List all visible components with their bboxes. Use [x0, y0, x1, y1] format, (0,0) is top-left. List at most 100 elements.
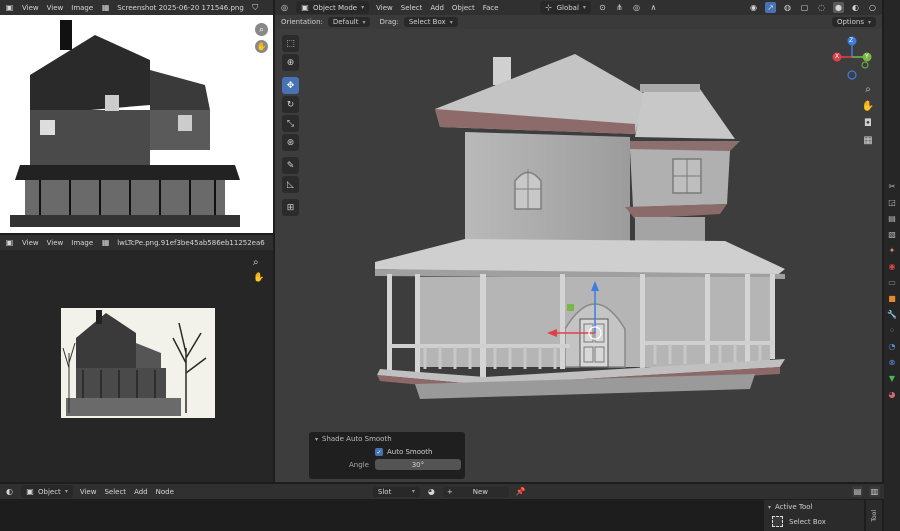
- tool-settings-bar: Orientation: Default Drag: Select Box Op…: [275, 15, 882, 29]
- image-editor-top-header: ▣ View View Image ▦ Screenshot 2025-06-2…: [0, 0, 273, 15]
- shader-type-dropdown[interactable]: ▣ Object: [21, 485, 73, 498]
- menu-face[interactable]: Face: [482, 4, 500, 12]
- output-tab-icon[interactable]: ▤: [886, 212, 898, 224]
- menu-view-2[interactable]: View: [46, 239, 65, 247]
- properties-tabs: ✂ ◲ ▤ ▧ ✦ ◉ ▭ ■ 🔧 ⁘ ◔ ⊗ ▼ ◕: [886, 180, 898, 400]
- menu-view[interactable]: View: [79, 488, 98, 496]
- house-model[interactable]: [275, 29, 882, 429]
- constraints-tab-icon[interactable]: ⊗: [886, 356, 898, 368]
- angle-field[interactable]: 30°: [374, 459, 461, 470]
- reference-image-1: ⌕ ✋: [0, 15, 273, 233]
- overlay-toggle-icon[interactable]: ▥: [869, 486, 880, 497]
- options-dropdown[interactable]: Options: [831, 17, 876, 27]
- object-tab-icon[interactable]: ■: [886, 292, 898, 304]
- collapse-arrow-icon: ▾: [768, 503, 772, 511]
- angle-label: Angle: [349, 460, 369, 469]
- zoom-icon[interactable]: ⌕: [253, 257, 266, 270]
- menu-add[interactable]: Add: [429, 4, 445, 12]
- image-filename[interactable]: Screenshot 2025-06-20 171546.png: [117, 4, 244, 12]
- sidebar-toggle-icon[interactable]: ▤: [852, 486, 863, 497]
- tool-tab[interactable]: Tool: [866, 500, 882, 531]
- visibility-icon[interactable]: ◉: [748, 2, 759, 13]
- world-tab-icon[interactable]: ◉: [886, 260, 898, 272]
- scene-tab-icon[interactable]: ✦: [886, 244, 898, 256]
- render-tab-icon[interactable]: ◲: [886, 196, 898, 208]
- shield-icon[interactable]: ⛉: [250, 2, 261, 13]
- collection-tab-icon[interactable]: ▭: [886, 276, 898, 288]
- overlay-icon[interactable]: ◍: [782, 2, 793, 13]
- node-editor: ◐ ▣Object View Select Add Node Slot ◕ + …: [0, 484, 884, 531]
- menu-select[interactable]: Select: [400, 4, 424, 12]
- view-layer-tab-icon[interactable]: ▧: [886, 228, 898, 240]
- slot-dropdown[interactable]: Slot: [372, 486, 420, 497]
- menu-view-2[interactable]: View: [46, 4, 65, 12]
- image-editor-bottom: ▣ View View Image ▦ lwLTcPe.png.91ef3be4…: [0, 235, 273, 482]
- hand-icon[interactable]: ✋: [255, 40, 268, 53]
- menu-image[interactable]: Image: [70, 4, 94, 12]
- shading-rendered-icon[interactable]: ○: [867, 2, 878, 13]
- proportional-edit-icon[interactable]: ◎: [631, 2, 642, 13]
- drag-dropdown[interactable]: Select Box: [403, 17, 458, 27]
- active-tool-name: Select Box: [789, 517, 826, 526]
- properties-sidebar: ✂ ◲ ▤ ▧ ✦ ◉ ▭ ■ 🔧 ⁘ ◔ ⊗ ▼ ◕: [884, 0, 900, 531]
- select-box-icon[interactable]: [772, 516, 783, 527]
- material-tab-icon[interactable]: ◕: [886, 388, 898, 400]
- image-browse-icon[interactable]: ▦: [100, 2, 111, 13]
- editor-type-icon[interactable]: ◎: [279, 2, 290, 13]
- menu-add[interactable]: Add: [133, 488, 149, 496]
- global-icon: ⊹: [545, 3, 552, 12]
- editor-type-icon[interactable]: ▣: [4, 237, 15, 248]
- new-material-button[interactable]: + New: [442, 486, 509, 497]
- mode-dropdown[interactable]: ▣ Object Mode: [296, 1, 370, 14]
- shading-solid-icon[interactable]: ●: [833, 2, 844, 13]
- shading-wireframe-icon[interactable]: ◌: [816, 2, 827, 13]
- operator-panel-header[interactable]: ▾ Shade Auto Smooth: [309, 432, 465, 446]
- gizmo-toggle-icon[interactable]: ↗: [765, 2, 776, 13]
- orientation-label: Orientation:: [281, 18, 323, 26]
- menu-view[interactable]: View: [375, 4, 394, 12]
- shading-material-icon[interactable]: ◐: [850, 2, 861, 13]
- image-editor-bottom-header: ▣ View View Image ▦ lwLTcPe.png.91ef3be4…: [0, 235, 273, 250]
- material-browse-icon[interactable]: ◕: [426, 486, 437, 497]
- viewport-3d[interactable]: ◎ ▣Object Mode View Select Add Object Fa…: [275, 0, 882, 482]
- object-mode-icon: ▣: [301, 3, 309, 12]
- falloff-icon[interactable]: ∧: [648, 2, 659, 13]
- viewport-header: ◎ ▣Object Mode View Select Add Object Fa…: [275, 0, 882, 15]
- collapse-arrow-icon: ▾: [315, 435, 319, 443]
- editor-type-icon[interactable]: ▣: [4, 2, 15, 13]
- object-icon: ▣: [26, 487, 34, 496]
- plus-icon: +: [446, 487, 453, 496]
- menu-view-1[interactable]: View: [21, 239, 40, 247]
- menu-select[interactable]: Select: [103, 488, 127, 496]
- hand-icon[interactable]: ✋: [253, 273, 266, 286]
- physics-tab-icon[interactable]: ◔: [886, 340, 898, 352]
- menu-image[interactable]: Image: [70, 239, 94, 247]
- modifier-tab-icon[interactable]: 🔧: [886, 308, 898, 320]
- data-tab-icon[interactable]: ▼: [886, 372, 898, 384]
- active-tool-header[interactable]: ▾ Active Tool: [764, 500, 864, 514]
- auto-smooth-label: Auto Smooth: [387, 448, 433, 456]
- xray-icon[interactable]: ▢: [799, 2, 810, 13]
- zoom-icon[interactable]: ⌕: [255, 23, 268, 36]
- image-editor-top: ▣ View View Image ▦ Screenshot 2025-06-2…: [0, 0, 273, 233]
- image-browse-icon[interactable]: ▦: [100, 237, 111, 248]
- particles-tab-icon[interactable]: ⁘: [886, 324, 898, 336]
- auto-smooth-row: ✓ Auto Smooth: [309, 446, 465, 456]
- editor-type-icon[interactable]: ◐: [4, 486, 15, 497]
- menu-view-1[interactable]: View: [21, 4, 40, 12]
- angle-row: Angle 30°: [309, 456, 465, 470]
- image-filename[interactable]: lwLTcPe.png.91ef3be45ab586eb11252ea6: [117, 239, 265, 247]
- pivot-icon[interactable]: ⊙: [597, 2, 608, 13]
- snap-icon[interactable]: ⋔: [614, 2, 625, 13]
- active-tool-title: Active Tool: [775, 503, 813, 511]
- drag-label: Drag:: [379, 18, 399, 26]
- menu-object[interactable]: Object: [451, 4, 476, 12]
- reference-image-2: [61, 308, 215, 418]
- orientation-dropdown[interactable]: ⊹ Global: [539, 1, 591, 14]
- menu-node[interactable]: Node: [155, 488, 175, 496]
- pin-icon[interactable]: 📌: [515, 486, 526, 497]
- orientation-setting-dropdown[interactable]: Default: [327, 17, 371, 27]
- auto-smooth-checkbox[interactable]: ✓: [375, 448, 383, 456]
- tool-tab-icon[interactable]: ✂: [886, 180, 898, 192]
- operator-panel: ▾ Shade Auto Smooth ✓ Auto Smooth Angle …: [309, 432, 465, 479]
